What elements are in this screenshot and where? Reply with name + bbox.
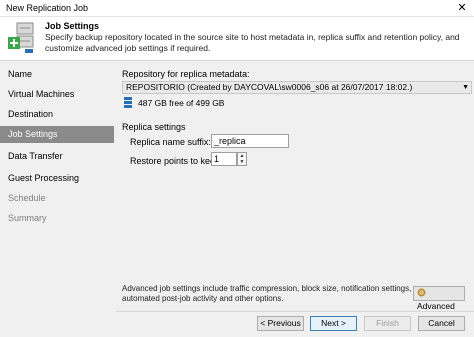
job-settings-panel: Repository for replica metadata: REPOSIT… — [116, 62, 474, 312]
replica-settings-label: Replica settings — [122, 122, 186, 132]
close-icon[interactable]: ✕ — [454, 1, 470, 15]
window-title: New Replication Job — [6, 3, 89, 13]
finish-button: Finish — [364, 316, 411, 331]
chevron-down-icon: ▼ — [462, 84, 469, 91]
free-space-text: 487 GB free of 499 GB — [138, 98, 225, 108]
repository-select[interactable]: REPOSITORIO (Created by DAYCOVAL\sw0006_… — [122, 81, 472, 94]
replication-job-icon — [8, 22, 34, 53]
wizard-steps: Name Virtual Machines Destination Job Se… — [0, 62, 114, 312]
footer-divider — [116, 311, 474, 312]
repository-selected-value: REPOSITORIO (Created by DAYCOVAL\sw0006_… — [126, 82, 413, 92]
step-schedule: Schedule — [8, 193, 46, 203]
restore-points-input[interactable]: 1 — [211, 152, 237, 166]
next-button[interactable]: Next > — [310, 316, 357, 331]
replica-name-suffix-input[interactable]: _replica — [211, 134, 289, 148]
cancel-button[interactable]: Cancel — [418, 316, 465, 331]
replica-name-suffix-label: Replica name suffix: — [130, 137, 211, 147]
repository-label: Repository for replica metadata: — [122, 69, 250, 79]
header-description: Specify backup repository located in the… — [45, 32, 460, 53]
step-summary: Summary — [8, 213, 47, 223]
step-virtual-machines[interactable]: Virtual Machines — [0, 86, 114, 103]
step-name[interactable]: Name — [0, 66, 114, 83]
title-bar: New Replication Job ✕ — [0, 0, 474, 17]
step-guest-processing[interactable]: Guest Processing — [0, 170, 114, 187]
spin-down-icon[interactable]: ▼ — [238, 159, 246, 165]
previous-button[interactable]: < Previous — [257, 316, 304, 331]
advanced-description: Advanced job settings include traffic co… — [122, 284, 412, 303]
restore-points-stepper[interactable]: ▲ ▼ — [237, 152, 247, 166]
step-data-transfer[interactable]: Data Transfer — [0, 148, 114, 165]
advanced-button-label: Advanced — [417, 301, 455, 311]
header-title: Job Settings — [45, 21, 100, 31]
wizard-header: Job Settings Specify backup repository l… — [0, 17, 474, 61]
gear-icon — [417, 288, 426, 297]
step-job-settings[interactable]: Job Settings — [0, 126, 114, 143]
database-icon — [124, 97, 132, 108]
restore-points-label: Restore points to keep: — [130, 156, 223, 166]
advanced-button[interactable]: Advanced — [413, 286, 465, 311]
step-destination[interactable]: Destination — [0, 106, 114, 123]
